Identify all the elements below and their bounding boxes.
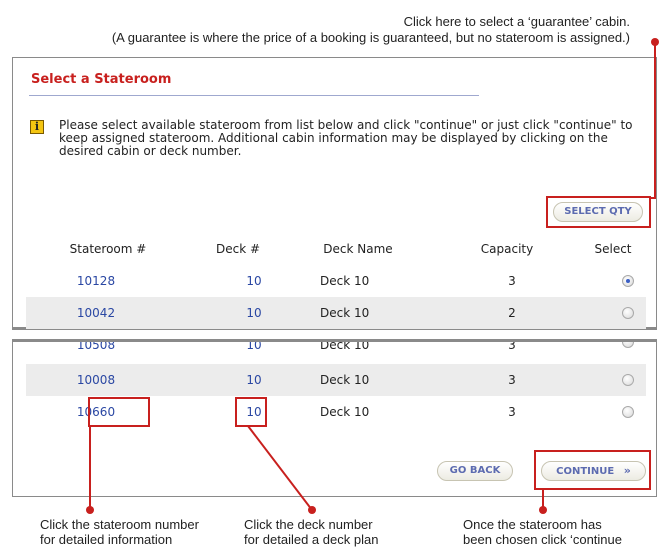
deck-connector-dot xyxy=(308,506,316,514)
deck-annotation-line2: for detailed a deck plan xyxy=(244,532,379,547)
continue-annotation-line1: Once the stateroom has xyxy=(463,517,602,532)
deck-annotation-line1: Click the deck number xyxy=(244,517,373,532)
stateroom-annotation-line1: Click the stateroom number xyxy=(40,517,199,532)
stateroom-annotation-line2: for detailed information xyxy=(40,532,173,547)
continue-connector-dot xyxy=(539,506,547,514)
deck-connector-line xyxy=(247,425,313,511)
continue-annotation-line2: been chosen click ‘continue xyxy=(463,532,622,547)
